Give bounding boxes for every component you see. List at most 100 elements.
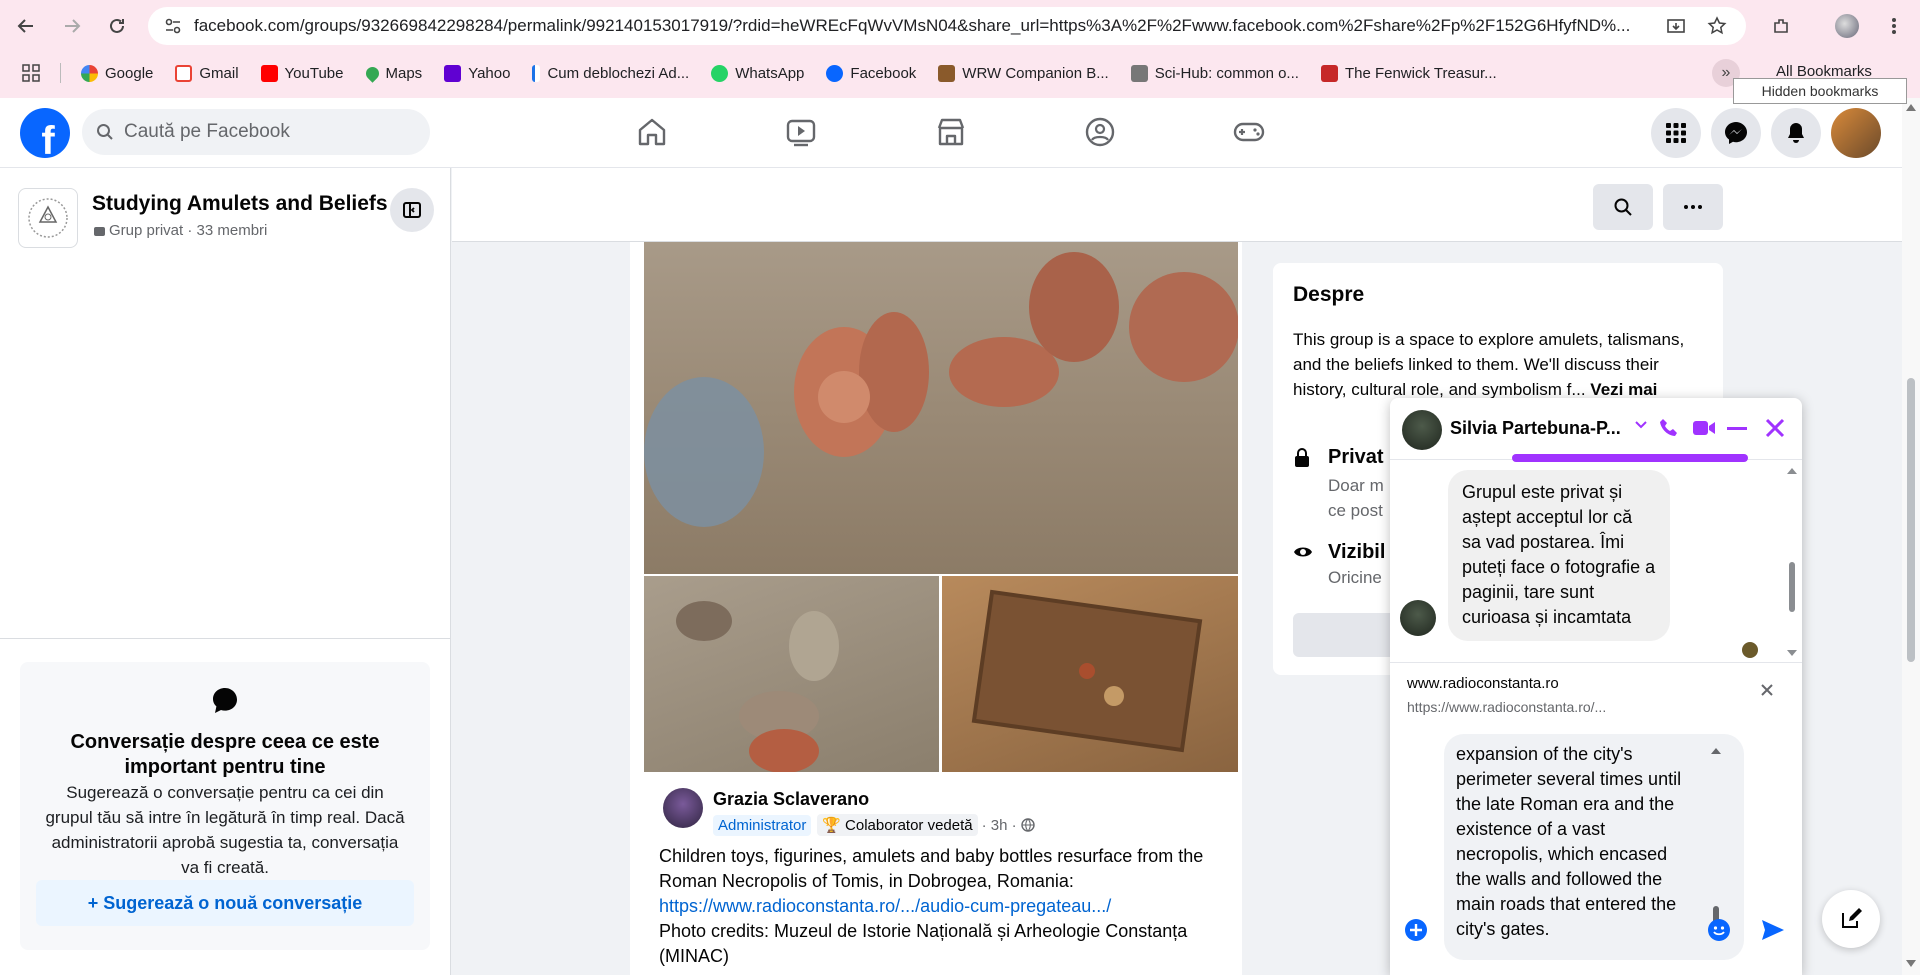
post-photo-2[interactable] (644, 576, 939, 772)
chat-header: Silvia Partebuna-P... (1390, 398, 1802, 460)
bookmark-label: The Fenwick Treasur... (1344, 64, 1497, 82)
video-call-icon[interactable] (1692, 418, 1716, 438)
phone-icon[interactable] (1658, 417, 1680, 439)
post-time[interactable]: · 3h · (982, 817, 1017, 834)
yahoo-icon (444, 64, 462, 82)
more-options-button[interactable] (1663, 184, 1723, 230)
chrome-menu-icon[interactable] (1880, 12, 1908, 40)
search-icon (96, 123, 114, 141)
chat-message-bubble[interactable]: Grupul este privat și aștept acceptul lo… (1448, 470, 1670, 641)
fenwick-icon (1320, 64, 1338, 82)
visible-title: Vizibil (1328, 541, 1386, 563)
extensions-icon[interactable] (1767, 12, 1795, 40)
bookmark-label: WhatsApp (735, 64, 805, 82)
forward-icon[interactable] (58, 12, 86, 40)
account-avatar[interactable] (1831, 108, 1881, 158)
link-url[interactable]: https://www.radioconstanta.ro/... (1407, 699, 1606, 715)
composer-scrollbar[interactable] (1710, 744, 1722, 944)
facebook-logo-icon[interactable]: f (20, 108, 70, 158)
wrw-icon (938, 64, 956, 82)
bookmark-label: Facebook (850, 64, 917, 82)
scroll-down-arrow[interactable] (1906, 960, 1916, 967)
group-name[interactable]: Studying Amulets and Beliefs (92, 192, 388, 216)
post-credits: Photo credits: Muzeul de Istorie Naționa… (659, 921, 1188, 966)
group-avatar[interactable] (18, 188, 78, 248)
bookmark-label: Yahoo (468, 64, 511, 82)
see-more-link[interactable]: Vezi mai (1590, 380, 1657, 399)
bookmark-label: Gmail (199, 64, 239, 82)
bookmark-gmail[interactable]: Gmail (175, 64, 239, 82)
menu-grid-icon[interactable] (1651, 108, 1701, 158)
emoji-icon[interactable] (1707, 918, 1731, 942)
send-icon[interactable] (1760, 918, 1786, 942)
close-icon[interactable] (1764, 417, 1786, 439)
suggest-body: Sugerează o conversație pentru ca cei di… (45, 783, 405, 877)
gaming-icon[interactable] (1231, 114, 1267, 150)
author-avatar[interactable] (663, 788, 703, 828)
video-icon[interactable] (783, 114, 819, 150)
site-info-icon[interactable] (164, 17, 182, 35)
bookmark-fenwick[interactable]: The Fenwick Treasur... (1320, 64, 1497, 82)
minimize-icon[interactable] (1727, 427, 1747, 430)
globe-icon (1020, 818, 1035, 832)
address-bar[interactable]: facebook.com/groups/932669842298284/perm… (148, 7, 1746, 45)
group-meta: Grup privat · 33 membri (94, 222, 267, 239)
apps-grid-icon[interactable] (22, 64, 40, 82)
group-meta-text: Grup privat · 33 membri (109, 222, 268, 239)
post-photo-main[interactable] (644, 242, 1238, 574)
message-composer[interactable]: expansion of the city's perimeter severa… (1444, 734, 1744, 960)
messenger-chat-window: Silvia Partebuna-P... Grupul este privat… (1390, 398, 1802, 975)
bookmark-facebook[interactable]: Facebook (826, 64, 917, 82)
install-app-icon[interactable] (1662, 12, 1690, 40)
bookmark-deblochezi[interactable]: Cum deblochezi Ad... (532, 64, 689, 82)
post-photo-3[interactable] (942, 576, 1238, 772)
notifications-bell-icon[interactable] (1771, 108, 1821, 158)
chat-contact-name[interactable]: Silvia Partebuna-P... (1450, 418, 1621, 439)
page-scrollbar[interactable] (1902, 98, 1920, 975)
chevron-down-icon[interactable] (1634, 420, 1648, 430)
post-link[interactable]: https://www.radioconstanta.ro/.../audio-… (659, 894, 1219, 919)
scrollbar-thumb[interactable] (1907, 378, 1915, 662)
messenger-icon[interactable] (1711, 108, 1761, 158)
bookmark-label: YouTube (284, 64, 344, 82)
bookmark-youtube[interactable]: YouTube (260, 64, 344, 82)
divider (0, 638, 451, 639)
group-search-button[interactable] (1593, 184, 1653, 230)
maps-pin-icon (362, 63, 382, 83)
reload-icon[interactable] (103, 12, 131, 40)
new-message-button[interactable] (1822, 890, 1880, 948)
browser-chrome: facebook.com/groups/932669842298284/perm… (0, 0, 1920, 98)
profile-avatar-icon[interactable] (1833, 12, 1861, 40)
bookmark-wrw[interactable]: WRW Companion B... (938, 64, 1109, 82)
link-domain[interactable]: www.radioconstanta.ro (1407, 675, 1559, 692)
top-contributor-badge[interactable]: 🏆 Colaborator vedetă (817, 814, 978, 836)
facebook-search[interactable]: Caută pe Facebook (82, 109, 430, 155)
groups-icon[interactable] (1082, 114, 1118, 150)
admin-badge[interactable]: Administrator (713, 814, 812, 836)
draft-text[interactable]: expansion of the city's perimeter severa… (1456, 742, 1696, 942)
bookmark-maps[interactable]: Maps (362, 63, 422, 83)
chat-avatar[interactable] (1402, 410, 1442, 450)
marketplace-icon[interactable] (933, 114, 969, 150)
bookmark-whatsapp[interactable]: WhatsApp (711, 64, 805, 82)
sender-avatar[interactable] (1400, 600, 1436, 636)
facebook-icon (826, 64, 844, 82)
url-text[interactable]: facebook.com/groups/932669842298284/perm… (194, 16, 1694, 36)
chat-scrollbar[interactable] (1786, 464, 1798, 660)
post-author[interactable]: Grazia Sclaverano (713, 789, 869, 810)
lock-icon (94, 227, 105, 236)
link-preview: www.radioconstanta.ro https://www.radioc… (1390, 662, 1802, 732)
bookmark-google[interactable]: Google (81, 64, 153, 82)
add-attachment-icon[interactable] (1404, 918, 1428, 942)
home-icon[interactable] (634, 114, 670, 150)
suggest-conversation-button[interactable]: + Sugerează o nouă conversație (36, 880, 414, 926)
scroll-up-arrow[interactable] (1906, 104, 1916, 111)
search-placeholder: Caută pe Facebook (124, 121, 290, 142)
close-preview-icon[interactable] (1760, 683, 1774, 697)
back-icon[interactable] (12, 12, 40, 40)
collapse-sidebar-icon[interactable] (390, 188, 434, 232)
bookmark-scihub[interactable]: Sci-Hub: common o... (1130, 64, 1299, 82)
bookmark-yahoo[interactable]: Yahoo (444, 64, 511, 82)
bookmark-star-icon[interactable] (1703, 12, 1731, 40)
google-icon (81, 64, 98, 82)
